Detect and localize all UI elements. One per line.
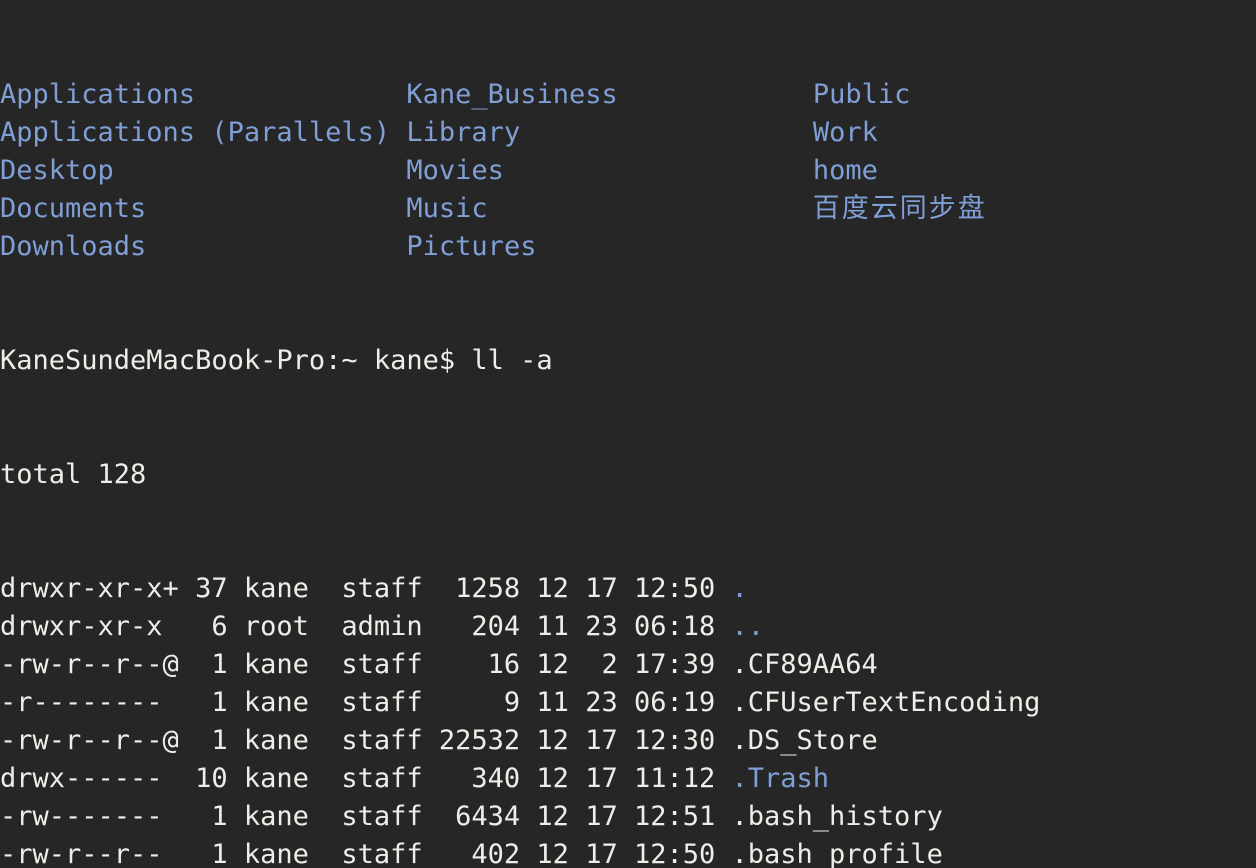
column-spacer <box>390 117 406 148</box>
home-listing-entry: Work <box>812 117 878 148</box>
listing-row: drwxr-xr-x+ 37 kane staff 1258 12 17 12:… <box>0 570 1256 608</box>
listing-row-name: .DS_Store <box>731 725 878 756</box>
listing-row-metadata: drwx------ 10 kane staff 340 12 17 11:12 <box>0 763 732 794</box>
listing-row-name: .bash_history <box>731 801 943 832</box>
prompt-text: KaneSundeMacBook-Pro:~ kane$ ll -a <box>0 345 553 376</box>
home-listing-entry: Movies <box>406 155 504 186</box>
home-listing-entry: Pictures <box>406 231 537 262</box>
column-spacer <box>520 117 813 148</box>
home-listing-entry: home <box>812 155 878 186</box>
home-listing-entry: Kane_Business <box>406 79 618 110</box>
listing-row: -rw-r--r--@ 1 kane staff 22532 12 17 12:… <box>0 722 1256 760</box>
home-listing-entry: Downloads <box>0 231 147 262</box>
listing-row: -rw-r--r-- 1 kane staff 402 12 17 12:50 … <box>0 836 1256 868</box>
home-listing-entry: Applications (Parallels) <box>0 117 391 148</box>
listing-row-metadata: drwxr-xr-x+ 37 kane staff 1258 12 17 12:… <box>0 573 732 604</box>
listing-row-metadata: -rw-r--r-- 1 kane staff 402 12 17 12:50 <box>0 839 732 868</box>
column-spacer <box>618 79 813 110</box>
home-listing-entry: 百度云同步盘 <box>812 193 987 224</box>
column-spacer <box>195 79 406 110</box>
column-spacer <box>146 193 406 224</box>
listing-row-name: .bash_profile <box>731 839 943 868</box>
home-listing-row: Applications Kane_Business Public <box>0 76 1256 114</box>
home-listing-row: Downloads Pictures <box>0 228 1256 266</box>
prompt-line: KaneSundeMacBook-Pro:~ kane$ ll -a <box>0 342 1256 380</box>
column-spacer <box>504 155 813 186</box>
home-listing-entry: Public <box>812 79 911 110</box>
listing-row-name: .CFUserTextEncoding <box>731 687 1041 718</box>
listing-row-name: .CF89AA64 <box>731 649 878 680</box>
home-listing-entry: Music <box>406 193 488 224</box>
home-directory-listing: Applications Kane_Business Public Applica… <box>0 76 1256 266</box>
listing-row: -rw------- 1 kane staff 6434 12 17 12:51… <box>0 798 1256 836</box>
column-spacer <box>114 155 407 186</box>
home-listing-entry: Documents <box>0 193 147 224</box>
listing-row-metadata: -r-------- 1 kane staff 9 11 23 06:19 <box>0 687 732 718</box>
long-listing: drwxr-xr-x+ 37 kane staff 1258 12 17 12:… <box>0 570 1256 868</box>
column-spacer <box>488 193 813 224</box>
listing-row-metadata: drwxr-xr-x 6 root admin 204 11 23 06:18 <box>0 611 732 642</box>
column-spacer <box>146 231 406 262</box>
home-listing-row: Applications (Parallels) Library Work <box>0 114 1256 152</box>
terminal-output[interactable]: Applications Kane_Business Public Applica… <box>0 0 1256 868</box>
listing-row: -rw-r--r--@ 1 kane staff 16 12 2 17:39 .… <box>0 646 1256 684</box>
home-listing-entry: Applications <box>0 79 196 110</box>
listing-row: -r-------- 1 kane staff 9 11 23 06:19 .C… <box>0 684 1256 722</box>
listing-row-metadata: -rw------- 1 kane staff 6434 12 17 12:51 <box>0 801 732 832</box>
total-text: total 128 <box>0 459 147 490</box>
listing-row-name: .Trash <box>731 763 830 794</box>
total-line: total 128 <box>0 456 1256 494</box>
home-listing-entry: Desktop <box>0 155 114 186</box>
listing-row: drwxr-xr-x 6 root admin 204 11 23 06:18 … <box>0 608 1256 646</box>
home-listing-row: Desktop Movies home <box>0 152 1256 190</box>
home-listing-entry: Library <box>406 117 521 148</box>
listing-row: drwx------ 10 kane staff 340 12 17 11:12… <box>0 760 1256 798</box>
listing-row-name: .. <box>731 611 765 642</box>
listing-row-name: . <box>731 573 748 604</box>
home-listing-row: Documents Music 百度云同步盘 <box>0 190 1256 228</box>
listing-row-metadata: -rw-r--r--@ 1 kane staff 22532 12 17 12:… <box>0 725 732 756</box>
listing-row-metadata: -rw-r--r--@ 1 kane staff 16 12 2 17:39 <box>0 649 732 680</box>
